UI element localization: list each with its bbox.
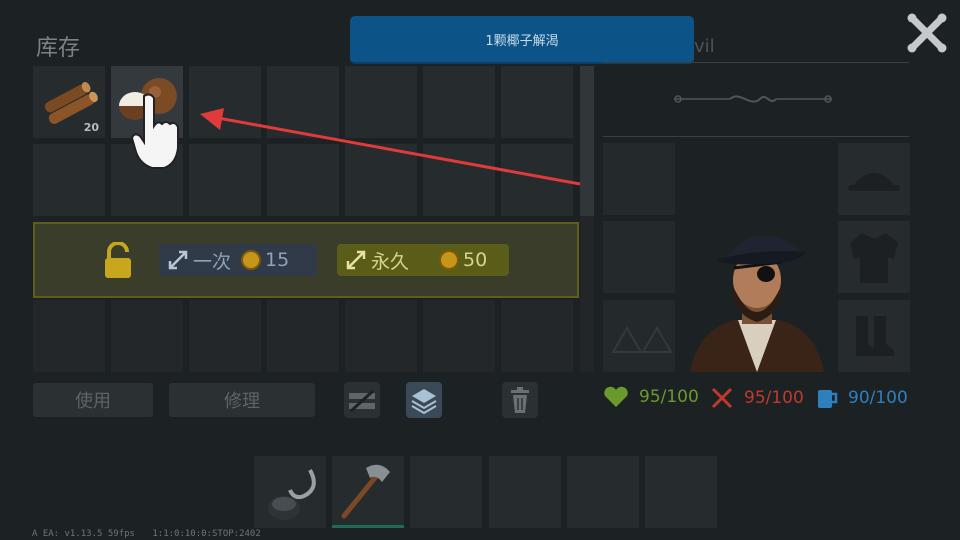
divider (603, 136, 909, 137)
item-count: 20 (83, 121, 99, 134)
cutlery-icon (711, 387, 733, 409)
inventory-slot-locked (501, 300, 573, 372)
hunger-value: 95/100 (744, 388, 804, 408)
drop-split-button[interactable] (344, 382, 380, 418)
stone-axe-icon (341, 464, 390, 519)
hotbar-slot[interactable] (489, 456, 561, 528)
hotbar-slot[interactable] (567, 456, 639, 528)
unlock-permanent-label: 永久 (371, 250, 410, 273)
drink-icon (818, 390, 838, 408)
inventory-slot-locked (345, 300, 417, 372)
expand-icon (346, 250, 366, 270)
ornament-divider (674, 95, 832, 103)
unlock-permanent-price: 50 (463, 249, 488, 271)
equipment-slot-feet[interactable] (838, 300, 910, 372)
hat-icon (848, 173, 900, 191)
character-name: vil (694, 36, 715, 57)
unlock-once-price: 15 (265, 249, 290, 271)
inventory-slot-locked (189, 300, 261, 372)
inventory-slot-locked (33, 300, 105, 372)
layers-icon (411, 389, 437, 414)
item-tooltip: 1颗椰子解渴 (350, 16, 694, 64)
equipment-slot-ammo[interactable] (603, 300, 675, 372)
tooltip-text: 1颗椰子解渴 (485, 33, 559, 49)
coat-icon (850, 233, 898, 283)
thirst-value: 90/100 (848, 388, 908, 408)
hunger-stat: 95/100 (710, 386, 804, 410)
hotbar-slot-axe[interactable] (332, 456, 404, 528)
repair-button[interactable]: 修理 (169, 383, 315, 417)
inventory-slot-locked (267, 300, 339, 372)
stack-button[interactable] (406, 382, 442, 418)
inventory-slot-wood[interactable]: 20 (33, 66, 105, 138)
hotbar-slot[interactable] (410, 456, 482, 528)
version-text: A EA: v1.13.5 59fps (32, 529, 135, 539)
version-info: A EA: v1.13.5 59fps 1:1:0:10:0:STOP:2402 (32, 529, 261, 539)
expand-icon (168, 250, 188, 270)
boots-icon (856, 316, 894, 356)
unlock-permanent-button[interactable]: 永久 50 (337, 244, 509, 276)
ammo-icon (611, 326, 673, 353)
unlock-once-label: 一次 (193, 250, 232, 273)
inventory-slot-locked (111, 300, 183, 372)
equipment-slot-body[interactable] (838, 221, 910, 293)
padlock-icon (105, 242, 131, 278)
close-icon[interactable] (906, 12, 948, 54)
heart-icon (604, 386, 628, 407)
debug-text: 1:1:0:10:0:STOP:2402 (152, 529, 261, 539)
unlock-once-button[interactable]: 一次 15 (159, 244, 317, 276)
character-portrait (690, 235, 824, 372)
tutorial-arrow-icon (200, 108, 581, 186)
tap-hand-icon (130, 93, 179, 169)
unlock-slots-bar: 一次 15 永久 50 (33, 222, 579, 298)
hotbar-slot-hook[interactable] (254, 456, 326, 528)
health-stat: 95/100 (603, 386, 699, 408)
trash-icon (511, 387, 529, 413)
delete-button[interactable] (502, 382, 538, 418)
equipment-slot[interactable] (603, 221, 675, 293)
divider (603, 62, 909, 63)
thirst-stat: 90/100 (816, 386, 908, 410)
inventory-slot-locked (423, 300, 495, 372)
use-button[interactable]: 使用 (33, 383, 153, 417)
inventory-slot[interactable] (33, 144, 105, 216)
hotbar-slot[interactable] (645, 456, 717, 528)
equipment-slot[interactable] (603, 143, 675, 215)
equipment-slot-head[interactable] (838, 143, 910, 215)
coin-icon (439, 250, 460, 270)
health-value: 95/100 (639, 387, 699, 407)
hook-icon (268, 469, 316, 520)
drop-split-icon (349, 389, 375, 413)
inventory-title: 库存 (36, 36, 81, 61)
coin-icon (241, 250, 262, 270)
